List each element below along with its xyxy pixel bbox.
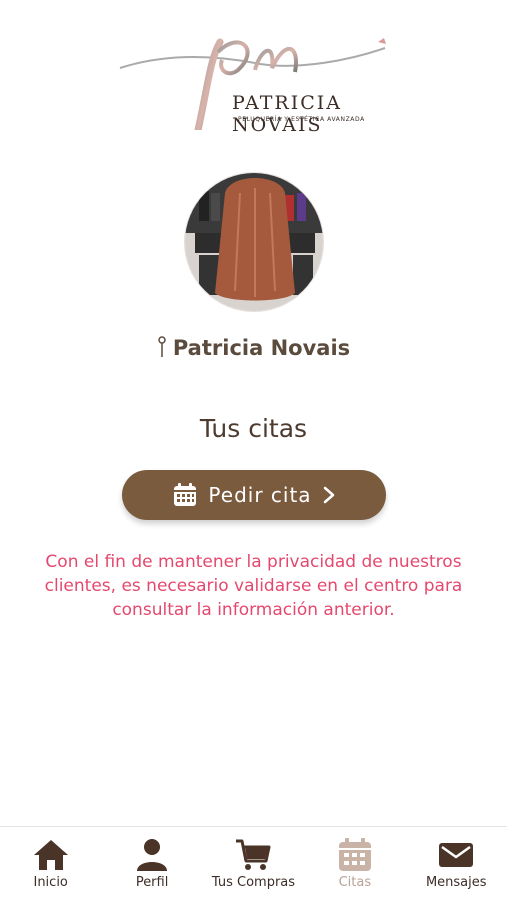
user-icon	[137, 839, 168, 871]
chevron-right-icon	[323, 486, 334, 504]
tab-label: Citas	[338, 875, 372, 890]
page-title: Tus citas	[199, 414, 308, 443]
brand-name: PATRICIA NOVAIS	[232, 92, 342, 136]
calendar-icon	[174, 483, 197, 506]
location-name: Patricia Novais	[172, 336, 351, 360]
request-appointment-button[interactable]: Pedir cita	[122, 470, 386, 520]
tab-label: Mensajes	[425, 875, 487, 890]
tab-mensajes[interactable]: Mensajes	[406, 837, 506, 890]
privacy-notice: Con el fin de mantener la privacidad de …	[44, 552, 463, 620]
salon-photo	[184, 172, 324, 312]
mail-icon	[439, 843, 474, 867]
calendar-icon	[338, 838, 371, 871]
tab-inicio[interactable]: Inicio	[1, 837, 101, 890]
tab-label: Inicio	[33, 875, 68, 890]
brand-tagline: PELUQUERÍA Y ESTÉTICA AVANZADA	[238, 116, 365, 123]
home-icon	[33, 840, 68, 870]
tab-label: Perfil	[135, 875, 169, 890]
pin-icon	[158, 336, 166, 357]
tab-perfil[interactable]: Perfil	[102, 837, 202, 890]
tab-tus-compras[interactable]: Tus Compras	[203, 837, 303, 890]
location-row: Patricia Novais	[0, 336, 507, 362]
cart-icon	[236, 839, 271, 870]
tab-label: Tus Compras	[211, 875, 296, 890]
request-appointment-label: Pedir cita	[208, 483, 312, 507]
tab-citas[interactable]: Citas	[305, 837, 405, 890]
bottom-tab-bar: Inicio Perfil Tus Compras Citas Mensajes	[0, 826, 507, 900]
brand-logo: PATRICIA NOVAIS PELUQUERÍA Y ESTÉTICA AV…	[110, 30, 410, 136]
